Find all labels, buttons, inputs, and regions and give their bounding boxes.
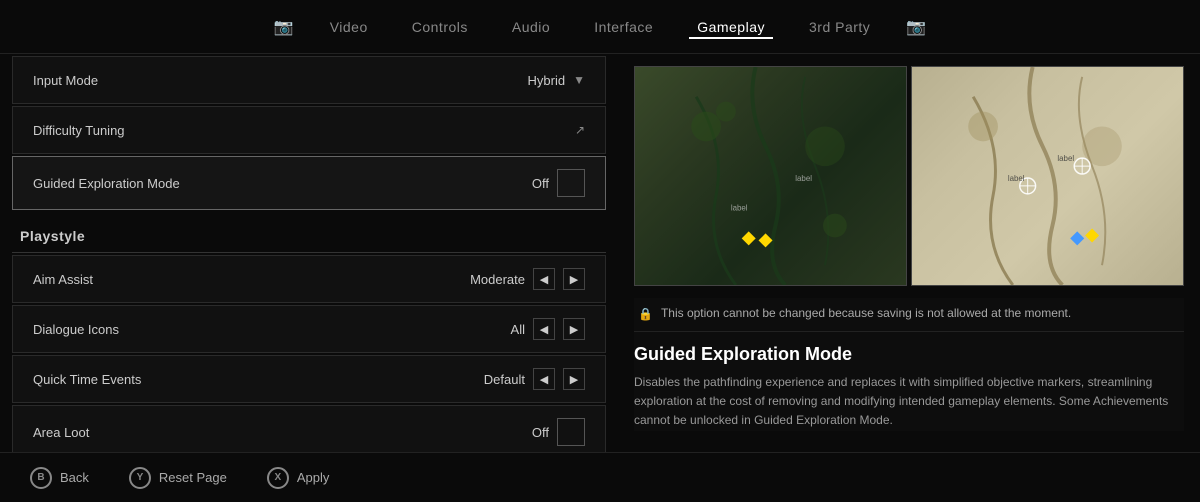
lock-notice: 🔒 This option cannot be changed because … — [634, 298, 1184, 332]
input-mode-label: Input Mode — [33, 73, 98, 88]
apply-button-circle: X — [267, 467, 289, 489]
playstyle-header: Playstyle — [0, 212, 618, 252]
map-preview: label label — [634, 66, 1184, 286]
lock-icon: 🔒 — [638, 307, 653, 321]
right-panel: label label — [618, 54, 1200, 452]
apply-btn-label: X — [275, 472, 282, 483]
lock-notice-text: This option cannot be changed because sa… — [661, 306, 1071, 320]
back-label: Back — [60, 470, 89, 485]
qte-value-group: Default ◀ ▶ — [484, 368, 585, 390]
qte-value: Default — [484, 372, 525, 387]
map-left: label label — [634, 66, 907, 286]
guided-value: Off — [532, 176, 549, 191]
difficulty-label: Difficulty Tuning — [33, 123, 125, 138]
aim-next-btn[interactable]: ▶ — [563, 268, 585, 290]
camera-icon-right[interactable]: 📷 — [906, 17, 926, 37]
playstyle-label: Playstyle — [20, 228, 85, 244]
dialogue-icons-row[interactable]: Dialogue Icons All ◀ ▶ — [12, 305, 606, 353]
qte-next-btn[interactable]: ▶ — [563, 368, 585, 390]
svg-text:label: label — [795, 174, 812, 183]
back-action[interactable]: B Back — [30, 467, 89, 489]
svg-text:label: label — [1008, 174, 1025, 183]
aim-label: Aim Assist — [33, 272, 93, 287]
main-layout: Input Mode Hybrid ▼ Difficulty Tuning ↗ … — [0, 54, 1200, 452]
aim-value-group: Moderate ◀ ▶ — [470, 268, 585, 290]
area-loot-toggle[interactable] — [557, 418, 585, 446]
input-mode-value-group: Hybrid ▼ — [528, 73, 585, 88]
left-panel: Input Mode Hybrid ▼ Difficulty Tuning ↗ … — [0, 54, 618, 452]
qte-row[interactable]: Quick Time Events Default ◀ ▶ — [12, 355, 606, 403]
dialogue-prev-btn[interactable]: ◀ — [533, 318, 555, 340]
apply-label: Apply — [297, 470, 330, 485]
reset-label: Reset Page — [159, 470, 227, 485]
dialogue-label: Dialogue Icons — [33, 322, 119, 337]
nav-video[interactable]: Video — [322, 15, 376, 39]
section-divider — [12, 252, 606, 253]
qte-prev-btn[interactable]: ◀ — [533, 368, 555, 390]
area-loot-value-group: Off — [532, 418, 585, 446]
camera-icon-left[interactable]: 📷 — [274, 17, 294, 37]
info-description: Disables the pathfinding experience and … — [634, 373, 1184, 431]
expand-icon: ↗ — [575, 123, 585, 137]
dialogue-value-group: All ◀ ▶ — [511, 318, 585, 340]
area-loot-value: Off — [532, 425, 549, 440]
info-box: 🔒 This option cannot be changed because … — [634, 298, 1184, 431]
reset-button-circle: Y — [129, 467, 151, 489]
dropdown-arrow-icon: ▼ — [573, 73, 585, 87]
top-nav: 📷 Video Controls Audio Interface Gamepla… — [0, 0, 1200, 54]
back-button-circle: B — [30, 467, 52, 489]
nav-controls[interactable]: Controls — [404, 15, 476, 39]
guided-value-group: Off — [532, 169, 585, 197]
dialogue-next-btn[interactable]: ▶ — [563, 318, 585, 340]
area-loot-row[interactable]: Area Loot Off — [12, 405, 606, 452]
svg-text:label: label — [731, 204, 748, 213]
nav-audio[interactable]: Audio — [504, 15, 558, 39]
bottom-bar: B Back Y Reset Page X Apply — [0, 452, 1200, 502]
input-mode-row[interactable]: Input Mode Hybrid ▼ — [12, 56, 606, 104]
guided-label: Guided Exploration Mode — [33, 176, 180, 191]
nav-interface[interactable]: Interface — [586, 15, 661, 39]
map-right: label label — [911, 66, 1184, 286]
back-btn-label: B — [37, 472, 44, 483]
apply-action[interactable]: X Apply — [267, 467, 330, 489]
dialogue-value: All — [511, 322, 525, 337]
difficulty-row[interactable]: Difficulty Tuning ↗ — [12, 106, 606, 154]
guided-exploration-row[interactable]: Guided Exploration Mode Off — [12, 156, 606, 210]
aim-prev-btn[interactable]: ◀ — [533, 268, 555, 290]
area-loot-label: Area Loot — [33, 425, 89, 440]
aim-value: Moderate — [470, 272, 525, 287]
input-mode-value: Hybrid — [528, 73, 566, 88]
nav-3rdparty[interactable]: 3rd Party — [801, 15, 878, 39]
svg-text:label: label — [1057, 154, 1074, 163]
info-title: Guided Exploration Mode — [634, 344, 1184, 365]
reset-btn-label: Y — [137, 472, 144, 483]
aim-assist-row[interactable]: Aim Assist Moderate ◀ ▶ — [12, 255, 606, 303]
nav-gameplay[interactable]: Gameplay — [689, 15, 773, 39]
qte-label: Quick Time Events — [33, 372, 141, 387]
reset-action[interactable]: Y Reset Page — [129, 467, 227, 489]
guided-toggle[interactable] — [557, 169, 585, 197]
